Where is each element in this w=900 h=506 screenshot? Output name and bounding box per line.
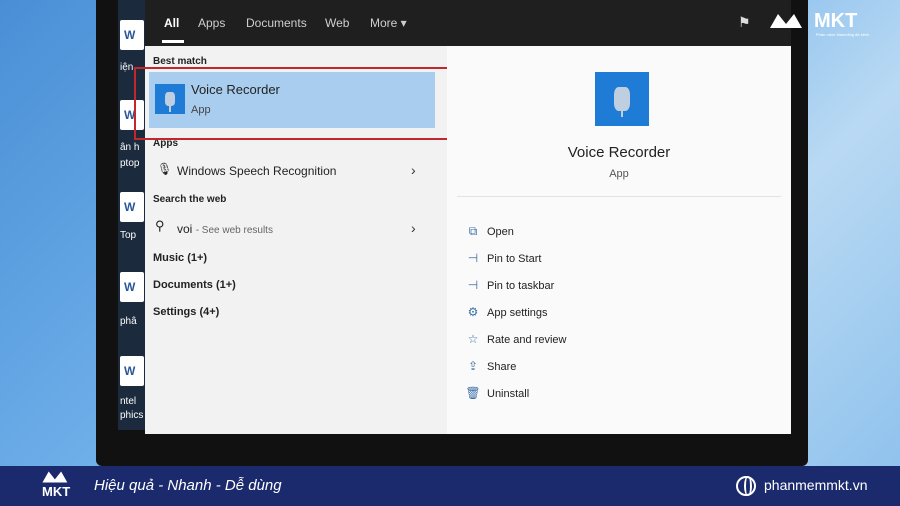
tab-web[interactable]: Web — [325, 16, 349, 30]
action-app-settings[interactable]: App settings — [487, 307, 548, 319]
highlight-frame — [134, 67, 450, 140]
search-icon: ⚲ — [155, 218, 165, 233]
open-icon: ⧉ — [468, 224, 478, 238]
chevron-right-icon[interactable]: › — [411, 162, 416, 178]
action-share[interactable]: Share — [487, 361, 516, 373]
action-open[interactable]: Open — [487, 226, 514, 238]
mkt-logo-mark — [770, 14, 802, 28]
microphone-icon: 🎙 — [157, 162, 173, 176]
search-web-heading: Search the web — [153, 194, 227, 205]
desktop-label: ân h — [120, 142, 140, 153]
chevron-right-icon[interactable]: › — [411, 220, 416, 236]
voice-recorder-large-icon — [595, 72, 649, 126]
pin-icon: ⊣ — [467, 278, 479, 292]
logo-text: MKT — [814, 10, 858, 32]
share-icon: ⇪ — [467, 359, 479, 373]
action-uninstall[interactable]: Uninstall — [487, 388, 529, 400]
active-tab-indicator — [162, 40, 184, 43]
word-file-icon[interactable] — [120, 356, 144, 386]
footer-website[interactable]: phanmemmkt.vn — [764, 477, 867, 493]
apps-item-speech-recognition[interactable]: Windows Speech Recognition — [177, 164, 336, 178]
desktop-label: ptop — [120, 158, 140, 169]
tab-more[interactable]: More ▾ — [370, 16, 407, 30]
desktop-label: Top — [120, 230, 137, 241]
divider — [457, 196, 781, 197]
logo-subtext: Phần mềm Marketing đa kênh — [816, 32, 870, 37]
gear-icon: ⚙ — [467, 305, 479, 319]
footer-tagline: Hiệu quả - Nhanh - Dễ dùng — [94, 477, 282, 494]
web-query[interactable]: voi - See web results — [177, 222, 273, 236]
detail-title: Voice Recorder — [567, 144, 671, 161]
web-query-hint: - See web results — [195, 225, 273, 236]
globe-icon — [736, 476, 756, 496]
trash-icon: 🗑 — [465, 386, 481, 400]
tab-apps[interactable]: Apps — [198, 16, 225, 30]
desktop-label: phâ — [120, 316, 137, 327]
detail-subtitle: App — [609, 168, 629, 180]
word-file-icon[interactable] — [120, 20, 144, 50]
footer-logo-text: MKT — [42, 484, 71, 499]
category-music[interactable]: Music (1+) — [153, 252, 207, 264]
tab-all[interactable]: All — [164, 16, 179, 30]
pin-icon: ⊣ — [467, 251, 479, 265]
web-query-text: voi — [177, 222, 193, 236]
search-tabs-bar — [145, 0, 791, 46]
category-settings[interactable]: Settings (4+) — [153, 306, 219, 318]
mkt-logo-mark — [42, 471, 68, 483]
detail-pane: Voice Recorder App ⧉ Open ⊣ Pin to Start… — [447, 46, 791, 434]
word-file-icon[interactable] — [120, 272, 144, 302]
action-pin-taskbar[interactable]: Pin to taskbar — [487, 280, 554, 292]
category-documents[interactable]: Documents (1+) — [153, 279, 236, 291]
action-rate-review[interactable]: Rate and review — [487, 334, 567, 346]
footer-banner: MKT Hiệu quả - Nhanh - Dễ dùng phanmemmk… — [0, 466, 900, 506]
desktop-label: phics — [120, 410, 144, 421]
desktop-label: ntel — [120, 396, 137, 407]
action-pin-start[interactable]: Pin to Start — [487, 253, 541, 265]
feedback-icon[interactable]: ⚑ — [738, 14, 754, 30]
word-file-icon[interactable] — [120, 192, 144, 222]
best-match-heading: Best match — [153, 56, 207, 67]
tab-documents[interactable]: Documents — [246, 16, 307, 30]
star-icon: ☆ — [467, 332, 479, 346]
